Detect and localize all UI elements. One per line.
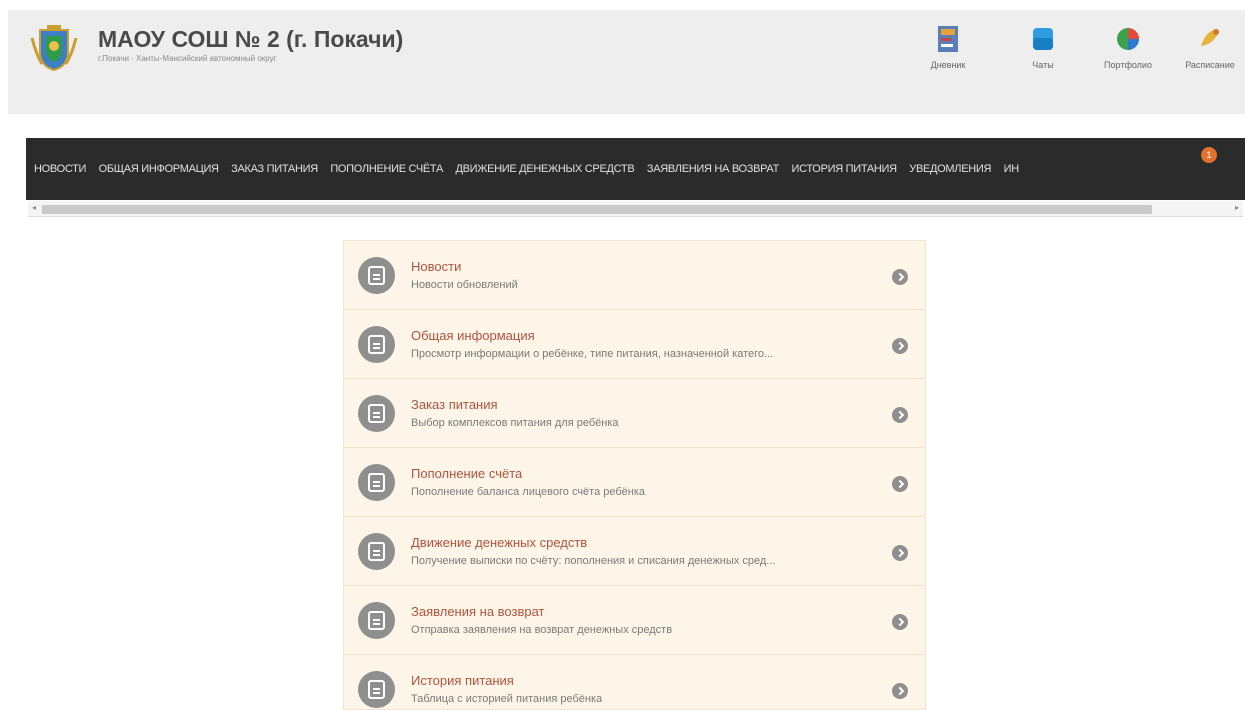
chevron-right-icon[interactable] [892,614,908,630]
document-icon [358,671,395,708]
chevron-right-icon[interactable] [892,476,908,492]
menu-row-title[interactable]: Заявления на возврат [411,604,545,619]
quick-link-schedule[interactable]: Расписание [1175,24,1245,70]
menu-row-title[interactable]: Заказ питания [411,397,498,412]
menu-row-description: Новости обновлений [411,279,518,291]
menu-row-description: Отправка заявления на возврат денежных с… [411,624,673,636]
menu-row-title[interactable]: Новости [411,259,461,274]
menu-row-description: Пополнение баланса лицевого счёта ребёнк… [411,486,646,498]
nav-item-cash-flow[interactable]: ДВИЖЕНИЕ ДЕНЕЖНЫХ СРЕДСТВ [451,138,638,200]
nav-item-notifications[interactable]: УВЕДОМЛЕНИЯ [905,138,995,200]
quick-link-label: Дневник [930,60,966,70]
menu-row-meal-order[interactable]: Заказ питания Выбор комплексов питания д… [344,379,925,448]
school-region: г.Покачи · Ханты-Мансийский автономный о… [98,54,277,63]
menu-row-cash-flow[interactable]: Движение денежных средств Получение выпи… [344,517,925,586]
scroll-right-arrow-icon[interactable]: ▸ [1235,203,1239,212]
nav-item-top-up[interactable]: ПОПОЛНЕНИЕ СЧЁТА [326,138,447,200]
nav-item-more[interactable]: ИН [1000,138,1023,200]
diary-icon [938,26,958,52]
quick-link-label: Портфолио [1104,60,1152,70]
quick-link-label: Расписание [1185,60,1235,70]
menu-row-news[interactable]: Новости Новости обновлений [344,241,925,310]
menu-row-description: Просмотр информации о ребёнке, типе пита… [411,348,774,360]
document-icon [358,257,395,294]
menu-row-meal-history[interactable]: История питания Таблица с историей питан… [344,655,925,709]
document-icon [358,602,395,639]
nav-item-news[interactable]: НОВОСТИ [26,138,90,200]
document-icon [358,464,395,501]
menu-row-title[interactable]: Пополнение счёта [411,466,522,481]
chevron-right-icon[interactable] [892,407,908,423]
nav-item-meal-history[interactable]: ИСТОРИЯ ПИТАНИЯ [788,138,901,200]
chevron-right-icon[interactable] [892,545,908,561]
scroll-left-arrow-icon[interactable]: ◂ [32,203,36,212]
school-title: МАОУ СОШ № 2 (г. Покачи) [98,26,404,52]
quick-link-label: Чаты [1032,60,1054,70]
chevron-right-icon[interactable] [892,338,908,354]
menu-row-title[interactable]: История питания [411,673,514,688]
quick-link-portfolio[interactable]: Портфолио [1093,24,1163,70]
quick-link-diary[interactable]: Дневник [913,24,983,70]
menu-row-title[interactable]: Движение денежных средств [411,535,587,550]
menu-row-description: Выбор комплексов питания для ребёнка [411,417,619,429]
chat-icon [1033,28,1053,50]
notifications-badge: 1 [1201,147,1217,163]
page-header: МАОУ СОШ № 2 (г. Покачи) г.Покачи · Хант… [8,10,1245,114]
portfolio-icon [1117,28,1139,50]
document-icon [358,533,395,570]
menu-row-title[interactable]: Общая информация [411,328,535,343]
nav-scrollbar[interactable]: ◂ ▸ [28,201,1243,217]
schedule-icon [1201,29,1219,46]
nav-item-meal-order[interactable]: ЗАКАЗ ПИТАНИЯ [227,138,322,200]
menu-row-general-info[interactable]: Общая информация Просмотр информации о р… [344,310,925,379]
menu-row-refund-requests[interactable]: Заявления на возврат Отправка заявления … [344,586,925,655]
menu-row-description: Таблица с историей питания ребёнка [411,693,603,705]
menu-row-top-up[interactable]: Пополнение счёта Пополнение баланса лице… [344,448,925,517]
coat-of-arms-logo[interactable] [30,24,78,72]
navbar: НОВОСТИ ОБЩАЯ ИНФОРМАЦИЯ ЗАКАЗ ПИТАНИЯ П… [26,138,1245,200]
scrollbar-thumb[interactable] [42,205,1152,214]
nav-item-general-info[interactable]: ОБЩАЯ ИНФОРМАЦИЯ [95,138,223,200]
section-menu: Новости Новости обновлений Общая информа… [343,240,926,710]
menu-row-description: Получение выписки по счёту: пополнения и… [411,555,776,567]
document-icon [358,395,395,432]
nav-item-refund-requests[interactable]: ЗАЯВЛЕНИЯ НА ВОЗВРАТ [643,138,783,200]
quick-link-chats[interactable]: Чаты [1008,24,1078,70]
chevron-right-icon[interactable] [892,683,908,699]
main-navigation: НОВОСТИ ОБЩАЯ ИНФОРМАЦИЯ ЗАКАЗ ПИТАНИЯ П… [26,138,1245,221]
document-icon [358,326,395,363]
chevron-right-icon[interactable] [892,269,908,285]
